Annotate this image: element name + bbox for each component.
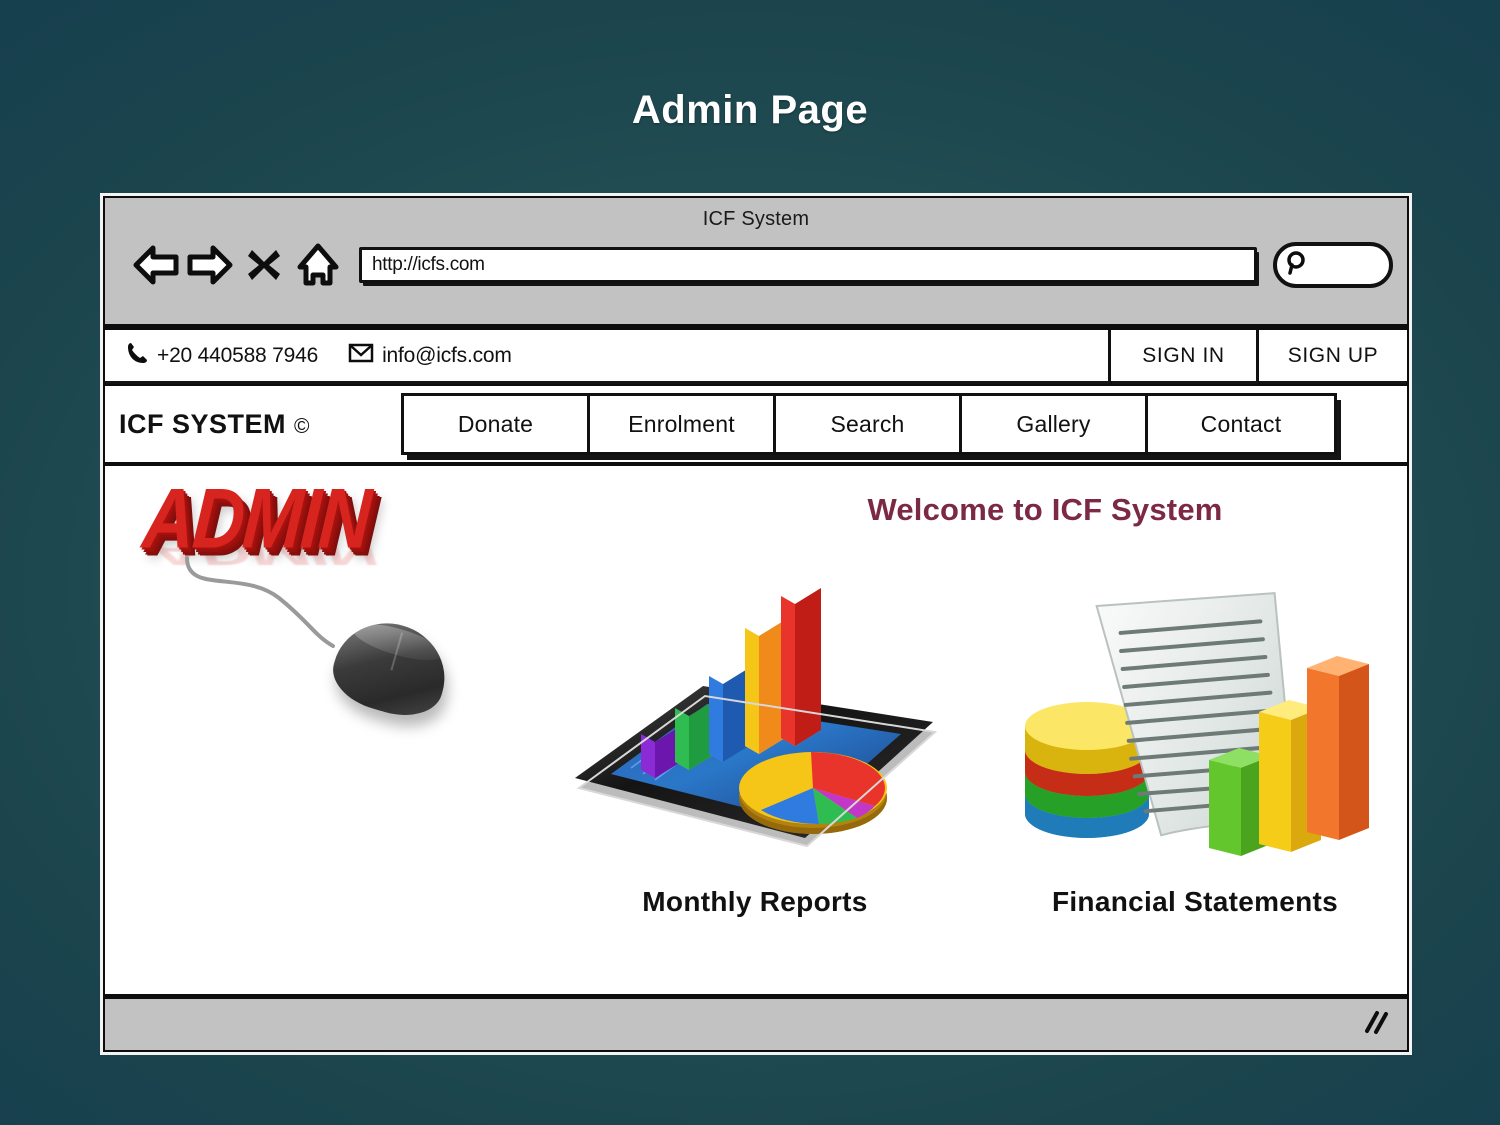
home-icon [296,243,340,287]
home-button[interactable] [291,239,345,291]
stop-button[interactable] [237,239,291,291]
nav-item-donate[interactable]: Donate [404,396,590,452]
contact-info-group: +20 440588 7946 info@icfs.com [105,330,1111,381]
card-financial-statements[interactable]: Financial Statements [975,556,1407,976]
nav-menu: Donate Enrolment Search Gallery Contact [401,393,1337,455]
site-navigation: ICF SYSTEM © Donate Enrolment Search Gal… [105,386,1407,466]
site-logo[interactable]: ICF SYSTEM © [119,409,401,440]
nav-item-search[interactable]: Search [776,396,962,452]
resize-grip-icon[interactable] [1359,1007,1391,1042]
address-bar-wrapper: http://icfs.com [359,247,1257,283]
nav-item-contact[interactable]: Contact [1148,396,1334,452]
stacked-disk-document-bar-chart-icon [975,556,1407,886]
browser-window-mockup: ICF System http://icfs.com +20 440588 79… [100,193,1412,1055]
tablet-3d-bar-and-pie-chart-icon [535,556,975,886]
back-arrow-icon [133,245,179,285]
browser-toolbar: http://icfs.com [105,231,1407,291]
page-title: Admin Page [631,88,869,132]
admin-word: ADMIN [139,471,373,567]
browser-chrome: ICF System http://icfs.com [105,198,1407,330]
nav-item-enrolment[interactable]: Enrolment [590,396,776,452]
address-bar[interactable]: http://icfs.com [359,247,1257,283]
phone-number: +20 440588 7946 [157,343,319,367]
card-caption-monthly-reports: Monthly Reports [642,886,868,917]
back-button[interactable] [129,239,183,291]
browser-window-title: ICF System [702,208,810,230]
card-caption-financial-statements: Financial Statements [1051,886,1339,917]
content-cards: Monthly Reports Financial Statements [535,556,1407,976]
email-address: info@icfs.com [382,343,512,367]
welcome-heading: Welcome to ICF System [867,492,1223,527]
url-text: http://icfs.com [372,254,485,275]
contact-bar: +20 440588 7946 info@icfs.com SIGN IN SI… [105,330,1407,386]
card-monthly-reports[interactable]: Monthly Reports [535,556,975,976]
page-content: Welcome to ICF System ADMIN ADMIN Monthl… [105,466,1407,994]
forward-arrow-icon [187,245,233,285]
close-x-icon [247,246,281,284]
sign-in-button[interactable]: SIGN IN [1111,330,1259,381]
admin-hero-graphic: ADMIN ADMIN [123,472,543,726]
nav-item-gallery[interactable]: Gallery [962,396,1148,452]
phone-icon [127,341,149,371]
envelope-icon [348,342,374,370]
magnifier-icon [1285,250,1309,281]
copyright-icon: © [294,414,310,438]
sign-up-button[interactable]: SIGN UP [1259,330,1407,381]
search-input[interactable] [1273,242,1393,288]
forward-button[interactable] [183,239,237,291]
browser-status-bar [105,994,1407,1050]
phone-contact[interactable]: +20 440588 7946 [127,341,318,371]
email-contact[interactable]: info@icfs.com [348,342,512,370]
logo-text: ICF SYSTEM [119,408,287,439]
